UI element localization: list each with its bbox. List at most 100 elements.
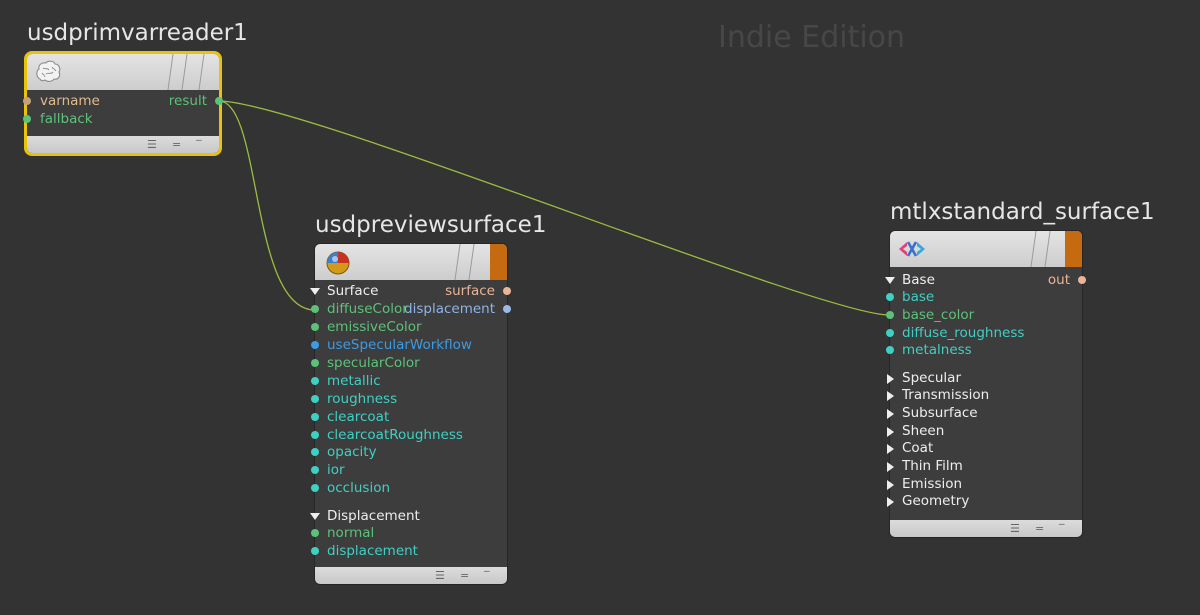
flag-divider [181,54,188,90]
input-label-varname: varname [40,93,100,109]
coat-section-collapsed-icon[interactable] [887,444,894,454]
geometry-section-label[interactable]: Geometry [902,492,969,510]
previewsurface-node-header[interactable] [315,244,507,280]
subsurface-section-collapsed-icon[interactable] [887,409,894,419]
specularcolor-input-port[interactable] [311,359,319,367]
input-label-normal: normal [327,525,375,541]
subsurface-section-label[interactable]: Subsurface [902,404,978,422]
fallback-input-port[interactable] [23,115,31,123]
input-label-clearcoat: clearcoat [327,409,390,425]
transmission-section-label[interactable]: Transmission [902,386,989,404]
output-label-surface: surface [445,283,495,299]
flag-divider [1030,231,1037,267]
primvarreader-node-footer: ☰ = ‾ [27,136,219,153]
input-label-fallback: fallback [40,111,93,127]
base-section-label[interactable]: Base [902,271,935,289]
equals-icon[interactable]: = [172,136,181,153]
mtlx-node[interactable]: Base out base base_color diffuse_roughne… [885,231,1086,537]
base-section-expanded-icon[interactable] [885,277,895,284]
displacement-output-port[interactable] [503,305,511,313]
usespecularworkflow-input-port[interactable] [311,341,319,349]
primvarreader-node[interactable]: varname fallback result ☰ = ‾ [23,54,223,153]
surface-section-label[interactable]: Surface [327,282,378,300]
specular-section-collapsed-icon[interactable] [887,374,894,384]
minimize-icon[interactable]: ‾ [196,136,202,153]
flag-divider [454,244,461,280]
emission-section-collapsed-icon[interactable] [887,480,894,490]
input-label-opacity: opacity [327,444,377,460]
input-label-usespecularworkflow: useSpecularWorkflow [327,337,472,353]
metalness-input-port[interactable] [886,346,894,354]
ior-input-port[interactable] [311,466,319,474]
input-label-metallic: metallic [327,373,381,389]
mtlx-node-title: mtlxstandard_surface1 [890,199,1155,225]
flag-divider [167,54,174,90]
output-label-out: out [1047,272,1070,288]
primvarreader-node-title: usdprimvarreader1 [27,20,248,46]
out-output-port[interactable] [1078,276,1086,284]
input-label-clearcoatroughness: clearcoatRoughness [327,427,463,443]
list-icon[interactable]: ☰ [147,136,157,153]
materialx-logo-icon [899,241,925,257]
thin-film-section-label[interactable]: Thin Film [902,457,963,475]
input-label-base: base [902,289,935,305]
primvarreader-node-header[interactable] [27,54,219,90]
normal-input-port[interactable] [311,529,319,537]
surface-output-port[interactable] [503,287,511,295]
varname-input-port[interactable] [23,97,31,105]
mtlx-node-header[interactable] [890,231,1082,267]
input-label-displacement: displacement [327,543,418,559]
equals-icon[interactable]: = [460,567,469,584]
surface-section-expanded-icon[interactable] [310,288,320,295]
flag-divider [468,244,475,280]
displacement-section-label[interactable]: Displacement [327,507,420,525]
opacity-input-port[interactable] [311,448,319,456]
thin-film-section-collapsed-icon[interactable] [887,462,894,472]
output-label-displacement: displacement [404,301,495,317]
specular-section-label[interactable]: Specular [902,369,961,387]
input-label-roughness: roughness [327,391,398,407]
base-input-port[interactable] [886,293,894,301]
indie-edition-watermark: Indie Edition [718,20,906,55]
sheen-section-label[interactable]: Sheen [902,422,944,440]
emissivecolor-input-port[interactable] [311,323,319,331]
flag-divider [1044,231,1051,267]
list-icon[interactable]: ☰ [1010,520,1020,537]
previewsurface-node[interactable]: Surface surface displacement diffuseColo… [310,244,511,584]
input-label-metalness: metalness [902,342,972,358]
clearcoatroughness-input-port[interactable] [311,431,319,439]
wire-result-to-diffusecolor[interactable] [218,100,316,311]
diffuse-roughness-input-port[interactable] [886,329,894,337]
previewsurface-node-title: usdpreviewsurface1 [315,212,547,238]
input-label-emissivecolor: emissiveColor [327,319,422,335]
primvar-brain-icon [36,60,61,82]
metallic-input-port[interactable] [311,377,319,385]
equals-icon[interactable]: = [1035,520,1044,537]
coat-section-label[interactable]: Coat [902,439,933,457]
base-color-input-port[interactable] [886,311,894,319]
diffusecolor-input-port[interactable] [311,305,319,313]
clearcoat-input-port[interactable] [311,413,319,421]
minimize-icon[interactable]: ‾ [1059,520,1065,537]
render-flag[interactable] [490,244,507,280]
input-label-ior: ior [327,462,345,478]
input-label-base-color: base_color [902,307,975,323]
output-label-result: result [168,93,207,109]
previewsurface-node-footer: ☰ = ‾ [315,567,507,584]
list-icon[interactable]: ☰ [435,567,445,584]
minimize-icon[interactable]: ‾ [484,567,490,584]
displacement-input-port[interactable] [311,547,319,555]
displacement-section-expanded-icon[interactable] [310,513,320,520]
geometry-section-collapsed-icon[interactable] [887,497,894,507]
transmission-section-collapsed-icon[interactable] [887,391,894,401]
input-label-diffusecolor: diffuseColor [327,301,408,317]
occlusion-input-port[interactable] [311,484,319,492]
mtlx-node-footer: ☰ = ‾ [890,520,1082,537]
input-label-occlusion: occlusion [327,480,391,496]
render-flag[interactable] [1065,231,1082,267]
emission-section-label[interactable]: Emission [902,475,962,493]
sheen-section-collapsed-icon[interactable] [887,427,894,437]
roughness-input-port[interactable] [311,395,319,403]
result-output-port[interactable] [215,97,223,105]
preview-sphere-icon [326,251,350,275]
